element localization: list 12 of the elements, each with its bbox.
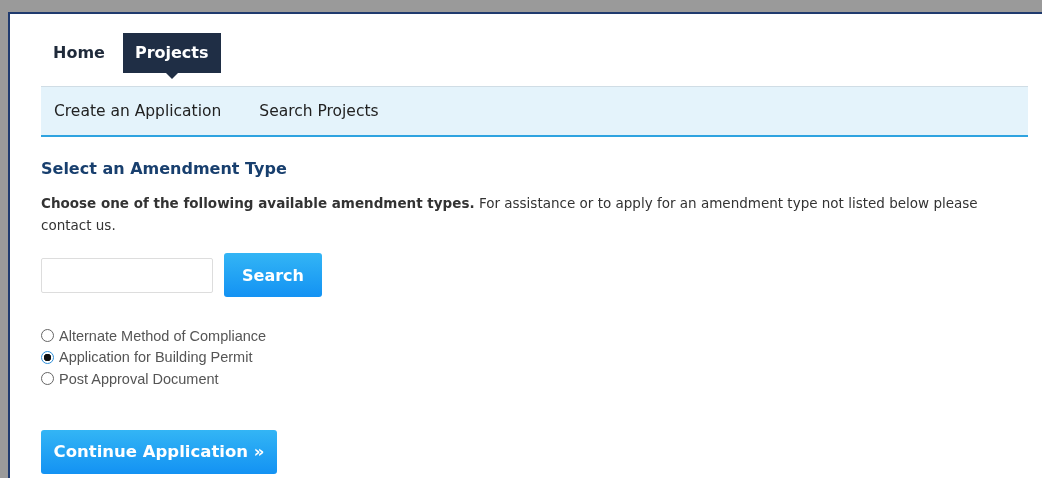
- search-field[interactable]: [41, 257, 213, 293]
- option-label[interactable]: Alternate Method of Compliance: [59, 327, 267, 344]
- option-label[interactable]: Application for Building Permit: [59, 349, 253, 366]
- subnav-link[interactable]: Search Projects: [259, 102, 379, 120]
- section-heading: Select an Amendment Type: [41, 159, 288, 178]
- radio-button[interactable]: [41, 350, 54, 364]
- instructions-text: Choose one of the following available amendment types. For assistance or to apply for an amendment type not listed below please contact us.: [41, 194, 979, 235]
- nav-tab[interactable]: Projects: [122, 33, 221, 73]
- tab-pointer-icon: [165, 73, 178, 79]
- option-label[interactable]: Post Approval Document: [59, 370, 219, 387]
- nav-tab[interactable]: Home: [41, 33, 117, 73]
- subnav-link[interactable]: Create an Application: [54, 102, 222, 120]
